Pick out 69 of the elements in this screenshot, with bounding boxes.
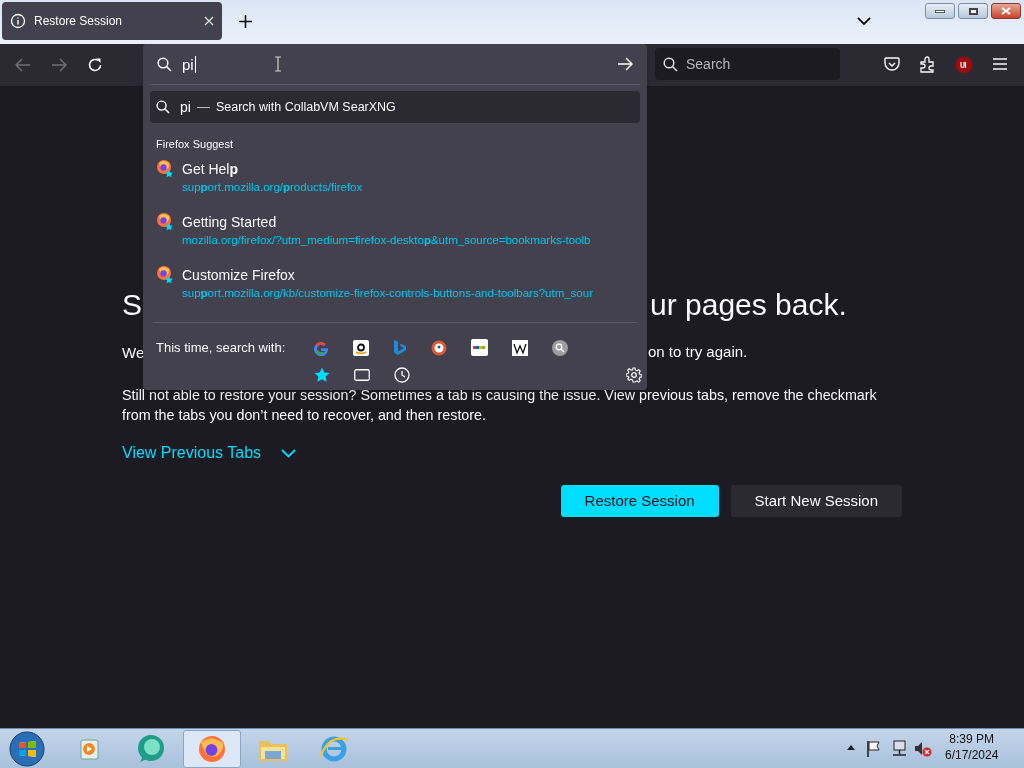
text-cursor-icon: [273, 56, 282, 72]
heading-text: ur pages back.: [650, 287, 847, 323]
search-icon: [157, 56, 172, 72]
suggestion-row[interactable]: Customize Firefox support.mozilla.org/kb/customize-firefox-controls-buttons-and-toolbars?utm_sour: [143, 262, 647, 316]
bing-icon[interactable]: [393, 339, 407, 356]
suggestion-title: Get Help: [182, 159, 240, 179]
search-action-text: Search with CollabVM SearXNG: [215, 98, 396, 116]
firefox-bookmark-icon: [156, 264, 174, 285]
paragraph-text: on to try again.: [648, 342, 748, 361]
star-icon[interactable]: [314, 366, 330, 383]
google-icon[interactable]: [313, 339, 329, 356]
puzzle-icon[interactable]: [920, 56, 936, 73]
taskbar-button[interactable]: [183, 729, 241, 768]
new-tab-icon[interactable]: [239, 15, 252, 28]
search-suggestion-row[interactable]: pi — Search with CollabVM SearXNG: [150, 91, 640, 123]
close-button[interactable]: [991, 3, 1021, 19]
paragraph-text: We: [122, 344, 145, 361]
start-button[interactable]: [9, 730, 45, 767]
pocket-icon[interactable]: [884, 57, 900, 72]
show-hidden-icons-icon[interactable]: [847, 745, 855, 750]
back-icon[interactable]: [15, 58, 31, 72]
wikipedia-icon[interactable]: [512, 339, 528, 356]
suggestion-title: Getting Started: [182, 212, 278, 232]
clock-date[interactable]: 6/17/2024: [945, 747, 999, 763]
chevron-down-icon[interactable]: [857, 17, 871, 26]
clock-icon[interactable]: [394, 366, 410, 383]
flag-icon[interactable]: [866, 740, 881, 757]
clock-time[interactable]: 8:39 PM: [949, 731, 995, 747]
address-bar[interactable]: pi: [143, 44, 647, 84]
minimize-button[interactable]: [925, 3, 955, 19]
suggestion-url: support.mozilla.org/products/firefox: [182, 179, 363, 195]
start-new-session-button[interactable]: Start New Session: [730, 485, 902, 517]
tab-icon[interactable]: [354, 368, 370, 381]
view-previous-tabs-link[interactable]: View Previous Tabs: [122, 441, 297, 465]
info-icon: [10, 13, 26, 29]
search-icon: [156, 100, 170, 114]
settings-icon[interactable]: [626, 366, 642, 383]
suggestion-url: support.mozilla.org/kb/customize-firefox-controls-buttons-and-toolbars?utm_sour: [182, 285, 593, 301]
suggestion-url: mozilla.org/firefox/?utm_medium=firefox-desktop&utm_source=bookmarks-toolb: [182, 232, 591, 248]
muted-speaker-icon[interactable]: [914, 740, 932, 758]
firefox-icon: [197, 733, 227, 764]
search-icon: [663, 56, 678, 72]
suggestion-row[interactable]: Getting Started mozilla.org/firefox/?utm_medium=firefox-desktop&utm_source=bookmarks-toolb: [143, 209, 647, 263]
suggestion-row[interactable]: Get Help support.mozilla.org/products/firefox: [143, 156, 647, 210]
heading-text: S: [122, 288, 142, 321]
chat-app-icon: [135, 733, 167, 764]
restore-button[interactable]: [958, 3, 988, 19]
suggestion-title: Customize Firefox: [182, 265, 296, 285]
chevron-down-icon: [281, 448, 297, 458]
go-arrow-icon[interactable]: [617, 57, 633, 71]
tab-title: Restore Session: [34, 13, 124, 30]
amazon-icon[interactable]: [353, 339, 369, 356]
reload-icon[interactable]: [87, 57, 103, 73]
query-text: pi: [180, 97, 191, 117]
close-icon[interactable]: [204, 16, 214, 26]
group-label: Firefox Suggest: [156, 137, 235, 152]
search-field[interactable]: Search: [655, 48, 840, 80]
restore-session-button[interactable]: Restore Session: [560, 485, 719, 517]
one-off-label: This time, search with:: [156, 338, 287, 357]
paragraph-text: Still not able to restore your session? Sometimes a tab is causing the issue. View previous tabs, remove the checkmark from the tabs you don’t need to recover, and then restore.: [122, 386, 878, 425]
menu-icon[interactable]: [993, 58, 1007, 70]
browser-tab[interactable]: Restore Session: [2, 2, 222, 40]
firefox-bookmark-icon: [156, 158, 174, 179]
search-engine-icon[interactable]: [552, 339, 568, 356]
firefox-bookmark-icon: [156, 211, 174, 232]
network-icon[interactable]: [891, 740, 908, 757]
forward-icon[interactable]: [51, 58, 67, 72]
close-icon: [1001, 7, 1011, 15]
separator-text: —: [196, 98, 210, 117]
